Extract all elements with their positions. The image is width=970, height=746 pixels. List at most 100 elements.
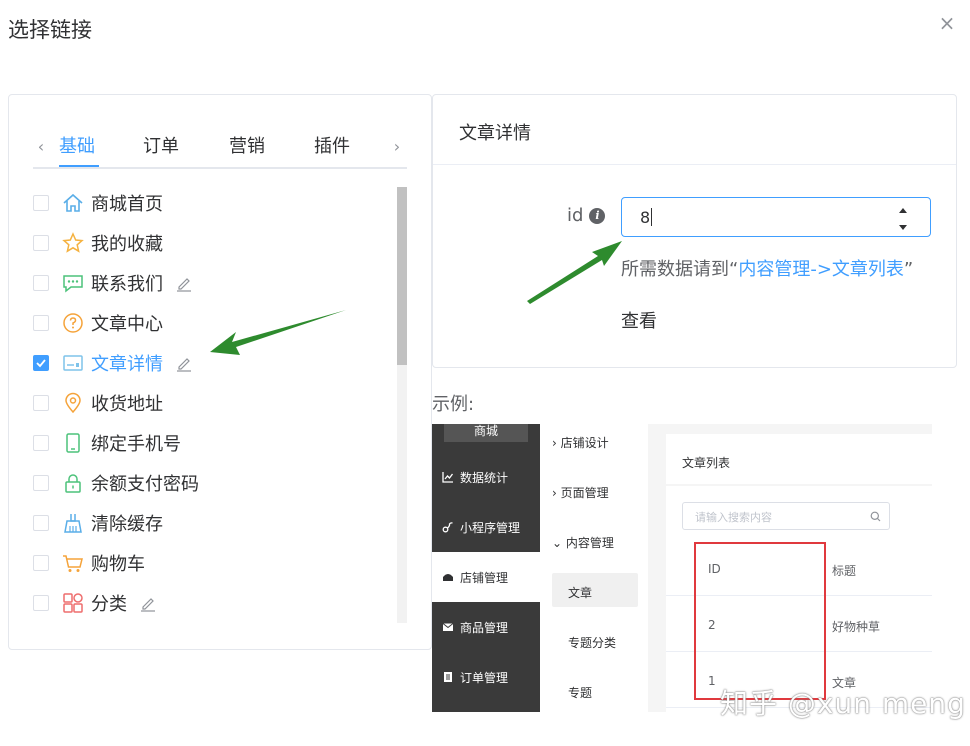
- list-item[interactable]: 文章详情: [33, 349, 393, 377]
- checkbox[interactable]: [33, 235, 49, 251]
- table-cell: 好物种草: [832, 620, 881, 634]
- checkbox[interactable]: [33, 395, 49, 411]
- tab-active-indicator: [59, 165, 99, 167]
- example-side-label: 商品管理: [460, 620, 509, 635]
- id-input-value: 8: [640, 207, 651, 227]
- checkbox[interactable]: [33, 355, 49, 371]
- tab-plugin[interactable]: 插件: [314, 133, 350, 167]
- content-management-link[interactable]: 内容管理->文章列表: [738, 259, 904, 280]
- example-sub-item: 文章: [568, 586, 593, 600]
- example-search-input: 请输入搜索内容: [682, 502, 890, 530]
- checkbox[interactable]: [33, 515, 49, 531]
- example-sub-active-bg: [552, 573, 638, 607]
- id-column-highlight: [694, 542, 826, 700]
- chart-icon: [442, 472, 454, 483]
- list-item[interactable]: 余额支付密码: [33, 469, 393, 497]
- view-button[interactable]: 查看: [621, 307, 657, 333]
- link-label: 联系我们: [91, 274, 163, 295]
- location-icon: [61, 391, 85, 415]
- link-category-panel: ‹ 基础 订单 营销 插件 › 商城首页 我的收藏 联系我们 文章中心 文章详情…: [8, 94, 432, 650]
- star-icon: [61, 231, 85, 255]
- example-side-label: 数据统计: [460, 470, 509, 485]
- broom-icon: [61, 511, 85, 535]
- id-number-input[interactable]: 8: [621, 197, 931, 237]
- table-header-cell: 标题: [832, 564, 857, 578]
- category-icon: [61, 591, 85, 615]
- search-icon: [870, 511, 881, 522]
- id-label: id i: [567, 205, 606, 226]
- dialog-title: 选择链接: [8, 18, 92, 42]
- checkbox[interactable]: [33, 195, 49, 211]
- list-item[interactable]: 联系我们: [33, 269, 393, 297]
- list-item[interactable]: 收货地址: [33, 389, 393, 417]
- scrollbar-thumb[interactable]: [397, 187, 407, 365]
- example-table-card: 请输入搜索内容 ID 标题 2 好物种草 1 文章: [666, 486, 932, 712]
- link-label: 清除缓存: [91, 514, 163, 535]
- link-label: 文章详情: [91, 354, 163, 375]
- checkbox[interactable]: [33, 275, 49, 291]
- edit-icon[interactable]: [175, 354, 193, 372]
- example-submenu: › 店铺设计 › 页面管理 ⌄ 内容管理 文章 专题分类 专题: [540, 424, 648, 712]
- list-item[interactable]: 清除缓存: [33, 509, 393, 537]
- list-item[interactable]: 购物车: [33, 549, 393, 577]
- lock-icon: [61, 471, 85, 495]
- link-label: 分类: [91, 594, 127, 615]
- list-item[interactable]: 我的收藏: [33, 229, 393, 257]
- example-side-item: 数据统计: [432, 452, 540, 502]
- close-icon[interactable]: ×: [936, 12, 958, 34]
- link-icon: [442, 522, 453, 533]
- example-side-item: 订单管理: [432, 652, 540, 702]
- example-sub-item: ⌄ 内容管理: [552, 536, 614, 550]
- hint-quote-close: ”: [903, 259, 914, 280]
- tab-prev-icon[interactable]: ‹: [33, 135, 49, 159]
- watermark-text: 知乎 @xun meng: [720, 687, 966, 720]
- checkbox[interactable]: [33, 475, 49, 491]
- chat-icon: [61, 271, 85, 295]
- link-label: 收货地址: [91, 394, 163, 415]
- tab-next-icon[interactable]: ›: [389, 135, 405, 159]
- id-stepper[interactable]: [896, 201, 910, 233]
- hint-prefix: 所需数据请到: [621, 259, 729, 280]
- decrement-icon[interactable]: [896, 219, 910, 233]
- checkbox[interactable]: [33, 435, 49, 451]
- example-side-label: 店铺管理: [460, 570, 509, 585]
- example-logo: 商城: [444, 424, 528, 442]
- text-caret: [651, 208, 653, 226]
- link-label: 商城首页: [91, 194, 163, 215]
- example-search-placeholder: 请输入搜索内容: [695, 511, 772, 524]
- example-side-label: 订单管理: [460, 670, 509, 685]
- tab-marketing[interactable]: 营销: [229, 133, 265, 167]
- id-label-text: id: [567, 205, 584, 226]
- link-label: 绑定手机号: [91, 434, 181, 455]
- question-icon: [61, 311, 85, 335]
- checkbox[interactable]: [33, 555, 49, 571]
- checkbox[interactable]: [33, 595, 49, 611]
- link-detail-panel: 文章详情 id i 8 所需数据请到“内容管理->文章列表” 查看: [432, 94, 957, 368]
- list-item[interactable]: 商城首页: [33, 189, 393, 217]
- edit-icon[interactable]: [139, 594, 157, 612]
- home-icon: [61, 191, 85, 215]
- info-icon[interactable]: i: [589, 207, 606, 224]
- article-icon: [61, 351, 85, 375]
- example-sub-item: 专题: [568, 686, 593, 700]
- data-source-hint: 所需数据请到“内容管理->文章列表”: [621, 255, 913, 281]
- list-item[interactable]: 文章中心: [33, 309, 393, 337]
- list-item[interactable]: 分类: [33, 589, 393, 617]
- checkbox[interactable]: [33, 315, 49, 331]
- tab-order[interactable]: 订单: [143, 133, 179, 167]
- store-icon: [443, 574, 453, 581]
- phone-icon: [61, 431, 85, 455]
- increment-icon[interactable]: [896, 203, 910, 217]
- example-page-title: 文章列表: [666, 434, 932, 484]
- order-icon: [444, 672, 452, 682]
- edit-icon[interactable]: [175, 274, 193, 292]
- example-main: 文章列表 请输入搜索内容 ID 标题 2 好物种草 1 文章: [648, 424, 932, 712]
- example-side-item: 小程序管理: [432, 502, 540, 552]
- example-side-item: 店铺管理: [432, 552, 540, 602]
- example-sub-item: 专题分类: [568, 636, 617, 650]
- list-item[interactable]: 绑定手机号: [33, 429, 393, 457]
- tab-basic[interactable]: 基础: [59, 133, 95, 167]
- hint-quote-open: “: [729, 259, 739, 280]
- example-screenshot: 商城 数据统计 小程序管理 店铺管理 商品管理 订单管理 › 店铺设计 › 页面…: [432, 424, 932, 712]
- scrollbar[interactable]: [397, 187, 407, 623]
